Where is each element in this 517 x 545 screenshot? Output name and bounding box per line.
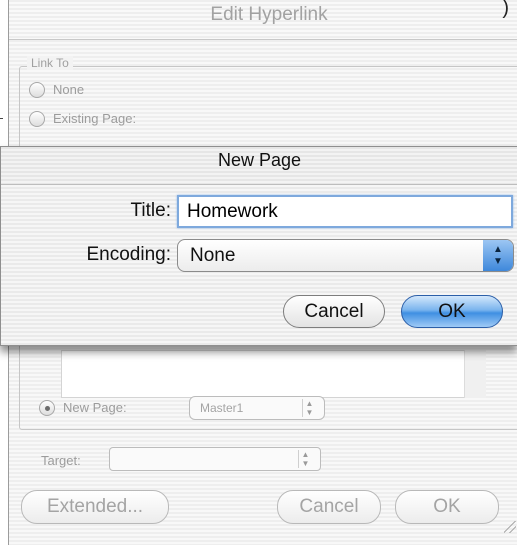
radio-none[interactable] (29, 82, 45, 98)
encoding-label: Encoding: (86, 244, 171, 265)
target-popup-arrows-icon: ▲ ▼ (298, 450, 312, 468)
target-popup[interactable]: ▲ ▼ (109, 447, 321, 471)
radio-new-page[interactable] (39, 400, 55, 416)
radio-selected-dot (45, 406, 50, 411)
back-ok-button[interactable]: OK (395, 490, 499, 524)
resize-grip-icon[interactable] (504, 521, 516, 533)
sheet-title: New Page (1, 147, 517, 185)
radio-existing-page-label: Existing Page: (53, 111, 137, 126)
radio-existing-page[interactable] (29, 111, 45, 127)
encoding-select[interactable]: None ▲ ▼ (177, 239, 514, 272)
new-page-sheet: New Page Title: Encoding: None ▲▼ Cancel… (0, 146, 517, 346)
edge-mark (0, 118, 3, 119)
radio-none-label: None (53, 82, 85, 97)
sheet-ok-button[interactable]: OK (401, 295, 503, 328)
title-label: Title: (130, 200, 171, 221)
window-title: Edit Hyperlink (9, 0, 517, 40)
sheet-cancel-button[interactable]: Cancel (283, 295, 385, 328)
link-to-label: Link To (27, 56, 73, 70)
page-list-scrollbar[interactable] (464, 350, 486, 398)
encoding-select-value: None (190, 245, 236, 266)
target-label: Target: (41, 453, 81, 468)
extended-button[interactable]: Extended... (21, 490, 169, 524)
master-popup-value: Master1 (200, 401, 244, 415)
radio-new-page-label: New Page: (63, 400, 127, 415)
page-list[interactable] (61, 350, 481, 398)
encoding-arrows-icon: ▲ ▼ (483, 240, 513, 271)
master-popup-arrows-icon: ▲ ▼ (302, 399, 316, 417)
master-popup[interactable]: Master1 ▲ ▼ (189, 396, 325, 420)
stray-paren: ) (502, 0, 509, 19)
back-cancel-button[interactable]: Cancel (277, 490, 381, 524)
title-input[interactable] (177, 195, 513, 228)
